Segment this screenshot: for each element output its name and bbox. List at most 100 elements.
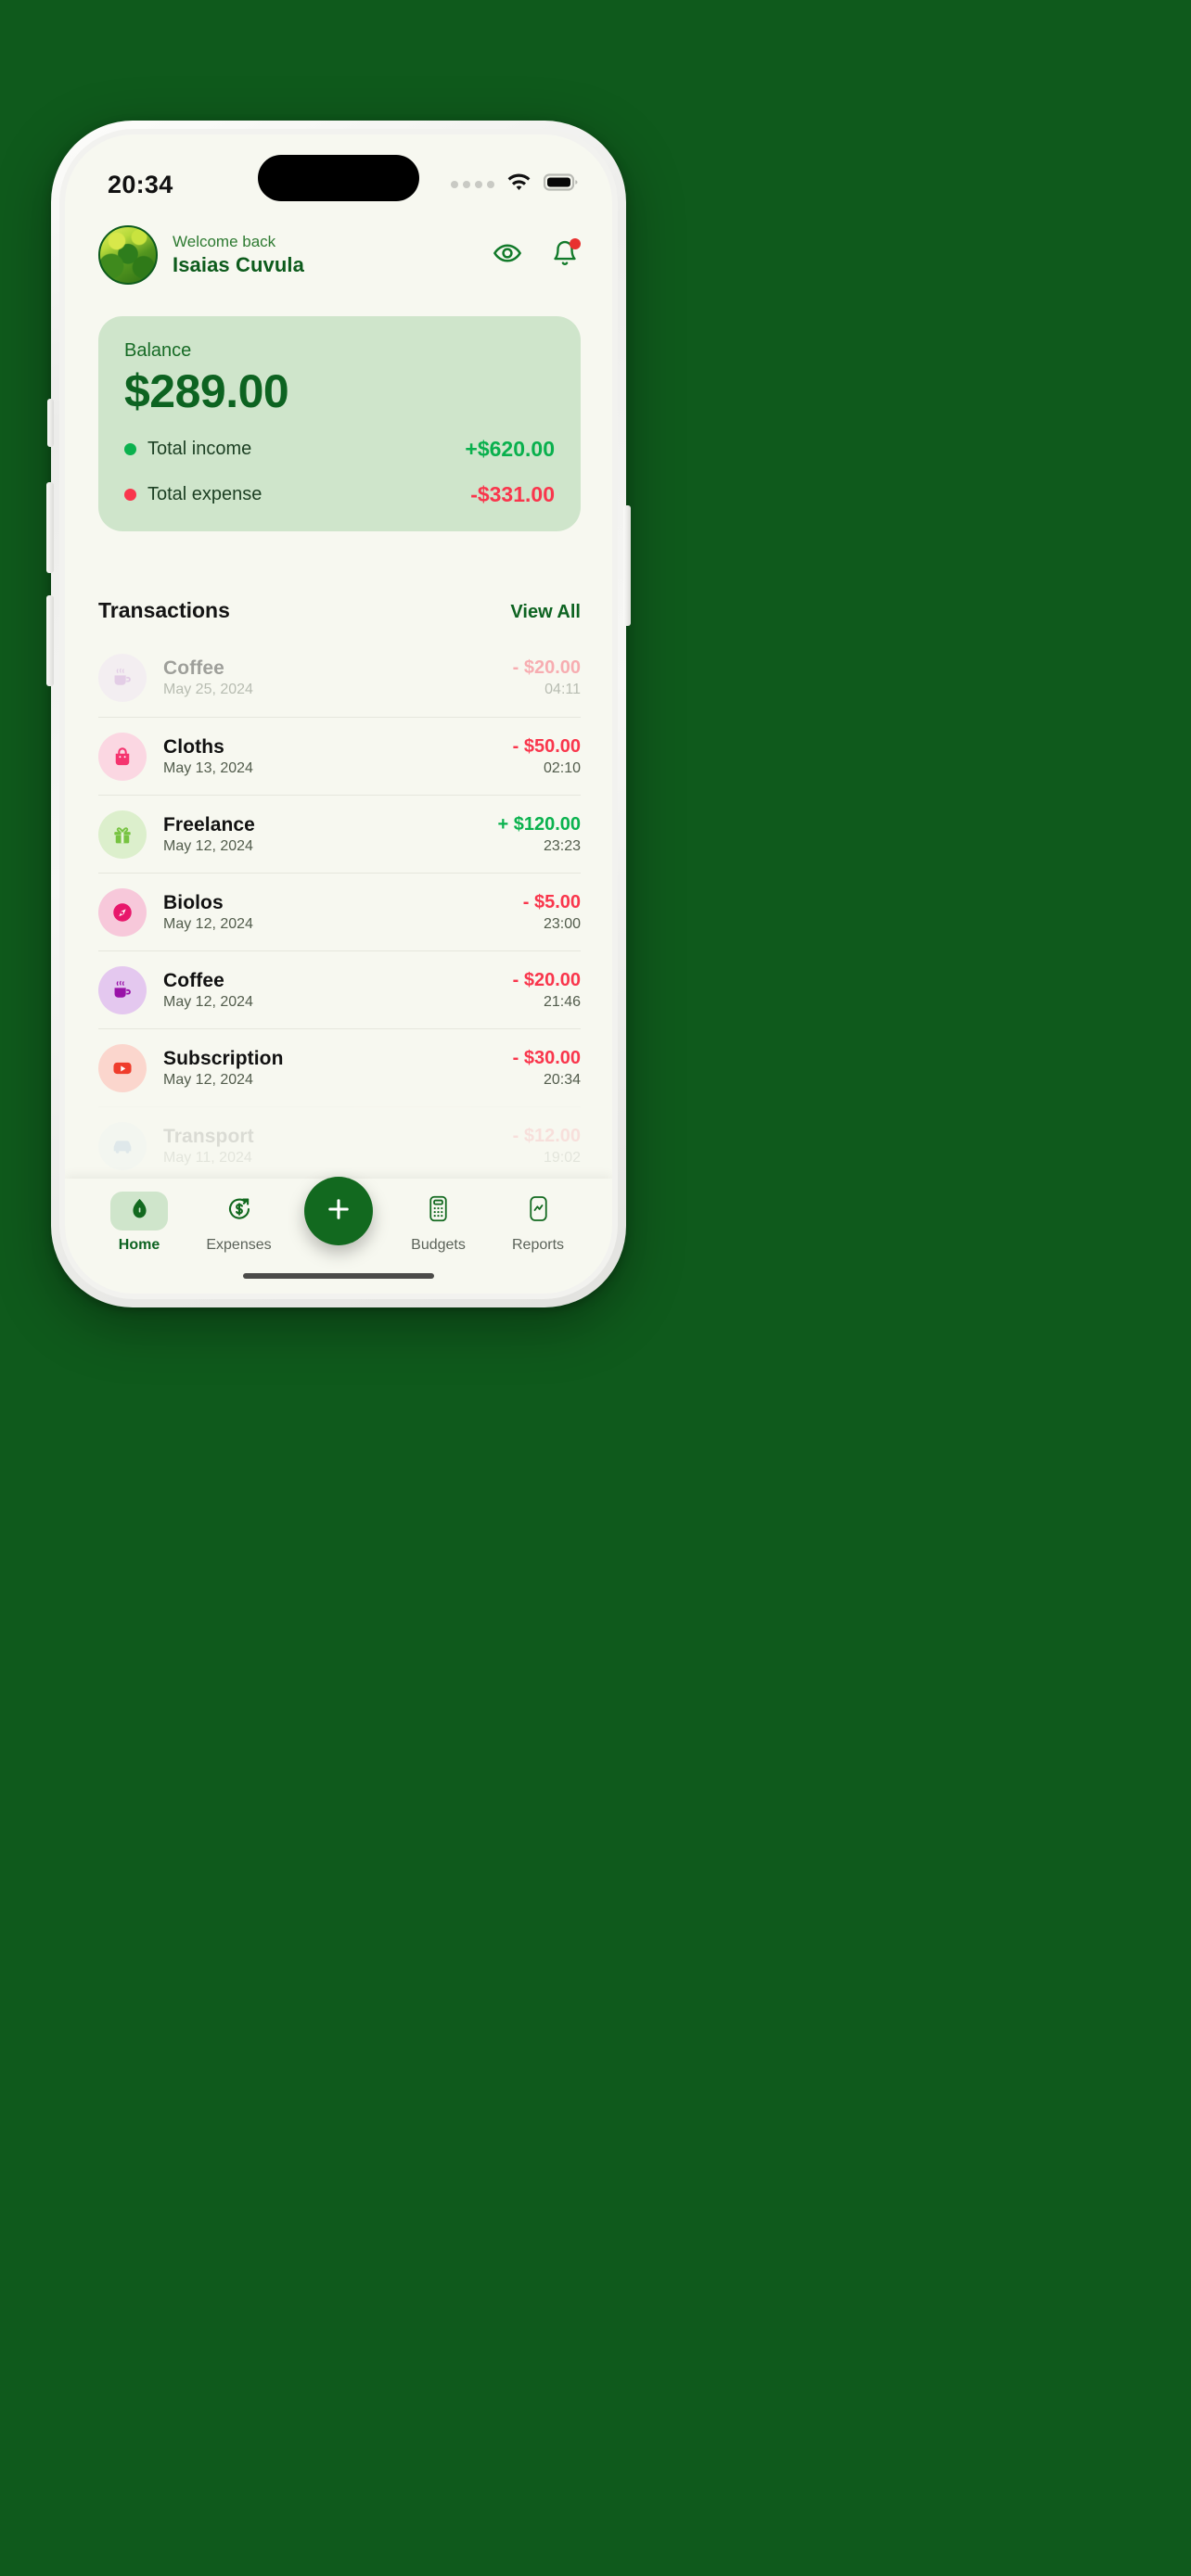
transaction-date: May 12, 2024 <box>163 1071 253 1088</box>
transaction-right: + $120.00 23:23 <box>497 814 581 855</box>
power-button[interactable] <box>623 505 631 626</box>
transaction-time: 02:10 <box>543 759 581 776</box>
user-avatar[interactable] <box>98 225 158 285</box>
transaction-time: 21:46 <box>543 993 581 1010</box>
calculator-icon <box>426 1195 451 1227</box>
budgets-icon-wrap <box>410 1192 467 1231</box>
shopping-bag-icon <box>98 732 147 781</box>
transaction-right: - $50.00 02:10 <box>513 736 581 777</box>
transaction-amount: - $50.00 <box>512 735 581 757</box>
transaction-name: Coffee <box>163 657 224 679</box>
transaction-row[interactable]: Cloths May 13, 2024 - $50.00 02:10 <box>98 717 581 795</box>
home-icon <box>127 1196 152 1226</box>
transaction-amount: + $120.00 <box>497 813 581 835</box>
compass-icon <box>98 887 147 937</box>
user-name: Isaias Cuvula <box>173 253 304 276</box>
notification-badge-dot <box>570 238 581 249</box>
transaction-row[interactable]: Coffee May 25, 2024 - $20.00 04:11 <box>98 639 581 717</box>
eye-icon <box>493 238 522 273</box>
header-actions <box>492 238 581 271</box>
transaction-row[interactable]: Biolos May 12, 2024 - $5.00 23:00 <box>98 873 581 950</box>
total-income-row: Total income +$620.00 <box>124 437 555 462</box>
battery-full-icon <box>543 173 579 196</box>
transaction-date: May 12, 2024 <box>163 915 253 932</box>
welcome-block: Welcome back Isaias Cuvula <box>173 233 304 277</box>
transaction-amount: - $12.00 <box>512 1125 581 1146</box>
balance-label: Balance <box>124 340 192 361</box>
expense-dot-icon <box>124 488 136 501</box>
transaction-time: 04:11 <box>544 682 581 697</box>
reports-icon-wrap <box>509 1192 567 1231</box>
transaction-texts: Coffee May 12, 2024 <box>163 970 253 1011</box>
phone-screen: 20:34 Welcome back Isaias Cuvula Balance… <box>65 134 612 1294</box>
transaction-name: Biolos <box>163 891 224 913</box>
dollar-arrow-icon <box>225 1195 253 1228</box>
line-chart-icon <box>526 1195 551 1227</box>
nav-label-expenses: Expenses <box>206 1237 272 1253</box>
dynamic-island <box>258 155 419 201</box>
transaction-name: Coffee <box>163 969 224 991</box>
balance-card[interactable]: Balance $289.00 Total income +$620.00 To… <box>98 316 581 531</box>
transaction-date: May 13, 2024 <box>163 759 253 776</box>
transaction-date: May 25, 2024 <box>163 682 253 697</box>
transaction-amount: - $20.00 <box>512 969 581 990</box>
transaction-texts: Biolos May 12, 2024 <box>163 892 253 933</box>
nav-label-budgets: Budgets <box>411 1237 466 1253</box>
balance-amount: $289.00 <box>124 365 289 417</box>
transaction-texts: Coffee May 25, 2024 <box>163 657 253 698</box>
total-income-value: +$620.00 <box>465 436 555 461</box>
transaction-row[interactable]: Freelance May 12, 2024 + $120.00 23:23 <box>98 795 581 873</box>
view-all-link[interactable]: View All <box>510 602 581 623</box>
signal-dots-icon <box>451 181 494 188</box>
transaction-texts: Cloths May 13, 2024 <box>163 736 253 777</box>
transaction-row[interactable]: Transport May 11, 2024 - $12.00 19:02 <box>98 1106 581 1180</box>
transaction-row[interactable]: Subscription May 12, 2024 - $30.00 20:34 <box>98 1028 581 1106</box>
transaction-name: Cloths <box>163 735 224 758</box>
volume-up-button[interactable] <box>46 482 54 573</box>
transaction-row[interactable]: Coffee May 12, 2024 - $20.00 21:46 <box>98 950 581 1028</box>
nav-item-home[interactable]: Home <box>93 1192 186 1254</box>
coffee-cup-icon <box>98 965 147 1014</box>
phone-device-frame: 20:34 Welcome back Isaias Cuvula Balance… <box>46 121 631 1307</box>
nav-item-expenses[interactable]: Expenses <box>193 1192 286 1254</box>
transaction-amount: - $30.00 <box>512 1047 581 1068</box>
transaction-right: - $20.00 21:46 <box>513 970 581 1011</box>
nav-label-reports: Reports <box>511 1237 565 1253</box>
volume-down-button[interactable] <box>46 595 54 686</box>
transactions-header: Transactions View All <box>98 598 581 623</box>
add-transaction-fab[interactable] <box>304 1177 373 1245</box>
transaction-right: - $30.00 20:34 <box>513 1048 581 1089</box>
transaction-time: 23:00 <box>543 915 581 932</box>
app-header: Welcome back Isaias Cuvula <box>65 220 612 290</box>
transaction-texts: Freelance May 12, 2024 <box>163 814 255 855</box>
status-bar-indicators <box>451 172 579 197</box>
transaction-date: May 12, 2024 <box>163 993 253 1010</box>
expenses-icon-wrap <box>211 1192 268 1231</box>
coffee-cup-icon <box>98 654 147 702</box>
total-income-label: Total income <box>147 438 252 459</box>
gift-icon <box>98 810 147 859</box>
transaction-time: 20:34 <box>543 1071 581 1088</box>
transactions-list[interactable]: Coffee May 25, 2024 - $20.00 04:11 Cloth… <box>98 639 581 1180</box>
plus-icon <box>323 1193 354 1230</box>
status-bar-time: 20:34 <box>108 170 173 198</box>
nav-item-reports[interactable]: Reports <box>492 1192 584 1254</box>
transaction-date: May 11, 2024 <box>163 1149 252 1166</box>
eye-icon-button[interactable] <box>492 239 523 271</box>
total-expense-value: -$331.00 <box>470 481 555 506</box>
transaction-amount: - $20.00 <box>512 657 581 678</box>
transaction-time: 19:02 <box>543 1149 581 1166</box>
nav-item-budgets[interactable]: Budgets <box>392 1192 485 1254</box>
mute-switch-button[interactable] <box>47 399 54 447</box>
transaction-right: - $20.00 04:11 <box>513 657 581 698</box>
transaction-texts: Transport May 11, 2024 <box>163 1126 254 1167</box>
transaction-texts: Subscription May 12, 2024 <box>163 1048 284 1089</box>
transactions-title: Transactions <box>98 598 230 622</box>
wifi-icon <box>506 172 531 197</box>
transaction-name: Subscription <box>163 1047 284 1069</box>
total-expense-label: Total expense <box>147 483 263 504</box>
total-expense-row: Total expense -$331.00 <box>124 482 555 507</box>
notifications-button[interactable] <box>549 238 581 271</box>
transaction-name: Freelance <box>163 813 255 835</box>
transaction-time: 23:23 <box>543 837 581 854</box>
